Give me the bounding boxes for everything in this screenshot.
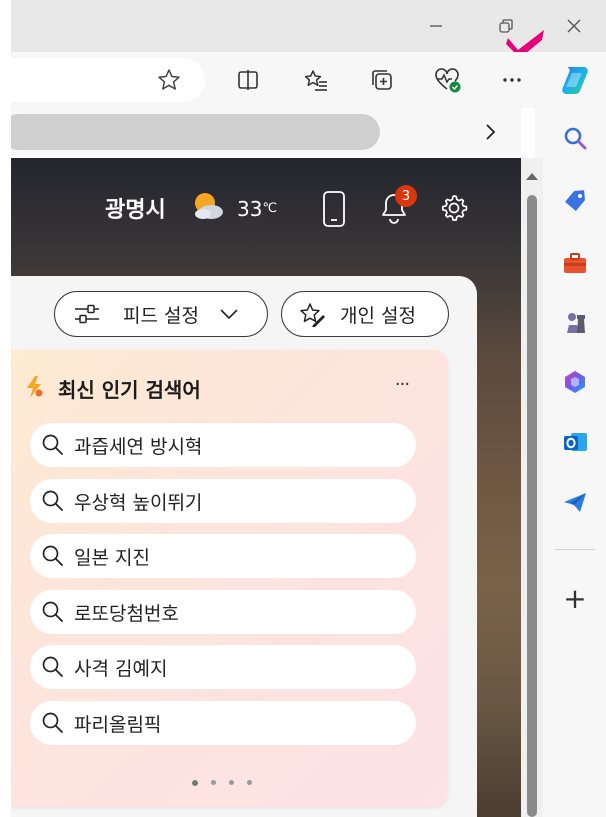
more-icon [503, 78, 521, 82]
left-edge [0, 0, 11, 817]
weather-unit: ℃ [262, 201, 278, 216]
sidebar-add-button[interactable]: + [551, 578, 599, 618]
carousel-dot-active[interactable] [192, 780, 198, 786]
close-button[interactable] [556, 8, 592, 44]
star-icon [158, 69, 180, 90]
toolbox-icon [564, 253, 586, 273]
favorites-button[interactable] [296, 62, 336, 98]
personal-settings-label: 개인 설정 [340, 304, 416, 327]
weather-temperature: 33℃ [237, 197, 277, 221]
sidebar-search[interactable] [551, 118, 599, 158]
m365-icon [565, 371, 585, 393]
trending-item-label: 파리올림픽 [74, 713, 162, 736]
split-screen-icon [238, 70, 258, 90]
scroll-up-arrow-icon[interactable] [524, 170, 540, 182]
search-icon [42, 545, 63, 566]
search-icon [42, 434, 63, 455]
trending-item-label: 로또당첨번호 [74, 602, 179, 625]
paper-plane-icon [564, 493, 586, 512]
sliders-icon [75, 304, 99, 324]
trending-item[interactable]: 로또당첨번호 [30, 590, 416, 634]
chevron-down-icon [220, 309, 238, 320]
weather-temp-value: 33 [237, 197, 263, 221]
search-icon [42, 656, 63, 677]
feed-settings-label: 피드 설정 [123, 304, 199, 327]
heart-pulse-icon [435, 68, 461, 93]
trending-item-label: 일본 지진 [74, 546, 150, 569]
collections-button[interactable] [362, 62, 402, 98]
trending-item[interactable]: 과즙세연 방시혁 [30, 423, 416, 467]
sidebar-send[interactable] [551, 482, 599, 522]
trending-item-label: 사격 김예지 [74, 657, 168, 680]
trending-item[interactable]: 사격 김예지 [30, 645, 416, 689]
sidebar-outlook[interactable] [551, 422, 599, 462]
partly-sunny-icon[interactable] [189, 188, 229, 224]
page-settings-button[interactable] [438, 192, 470, 224]
scrollbar-thumb[interactable] [527, 195, 537, 817]
phone-button[interactable] [320, 190, 348, 228]
search-icon [42, 490, 63, 511]
minimize-icon [430, 25, 442, 27]
chess-piece-icon [567, 313, 585, 333]
trending-item[interactable]: 우상혁 높이뛰기 [30, 479, 416, 523]
tag-icon [565, 190, 585, 211]
chevron-right-icon [486, 124, 496, 140]
favorites-list-icon [304, 70, 327, 91]
search-icon [564, 127, 587, 150]
trending-title: 최신 인기 검색어 [58, 378, 201, 402]
carousel-dot[interactable] [247, 780, 252, 785]
sidebar-microsoft365[interactable] [551, 362, 599, 402]
trending-item-label: 과즙세연 방시혁 [74, 435, 203, 458]
close-icon [567, 19, 581, 33]
trending-bolt-icon [27, 376, 43, 398]
search-icon [42, 712, 63, 733]
search-icon [42, 601, 63, 622]
collections-icon [372, 70, 392, 90]
favorite-star-button[interactable] [149, 62, 189, 98]
outlook-icon [564, 433, 587, 451]
personal-settings-button[interactable]: 개인 설정 [281, 291, 449, 337]
star-edit-icon [300, 303, 325, 327]
sidebar-tools[interactable] [551, 243, 599, 283]
split-screen-button[interactable] [228, 62, 268, 98]
settings-more-button[interactable] [492, 62, 532, 98]
sidebar-games[interactable] [551, 303, 599, 343]
carousel-dot[interactable] [211, 780, 216, 785]
phone-icon [323, 191, 345, 227]
blurred-favorites [0, 114, 380, 150]
sidebar-shopping[interactable] [551, 181, 599, 221]
minimize-button[interactable] [418, 8, 454, 44]
copilot-button[interactable] [555, 62, 595, 98]
feed-settings-button[interactable]: 피드 설정 [54, 291, 268, 337]
trending-item-label: 우상혁 높이뛰기 [74, 491, 203, 514]
copilot-icon [562, 67, 588, 94]
weather-city: 광명시 [105, 198, 166, 223]
trending-item[interactable]: 파리올림픽 [30, 701, 416, 745]
sidebar-divider [555, 549, 595, 550]
carousel-dot[interactable] [229, 780, 234, 785]
notification-badge: 3 [395, 185, 417, 207]
browser-essentials-button[interactable] [428, 62, 468, 98]
gear-icon [441, 195, 468, 221]
trending-item[interactable]: 일본 지진 [30, 534, 416, 578]
trending-more-button[interactable]: ··· [386, 374, 418, 398]
favorites-overflow-button[interactable] [478, 120, 502, 144]
